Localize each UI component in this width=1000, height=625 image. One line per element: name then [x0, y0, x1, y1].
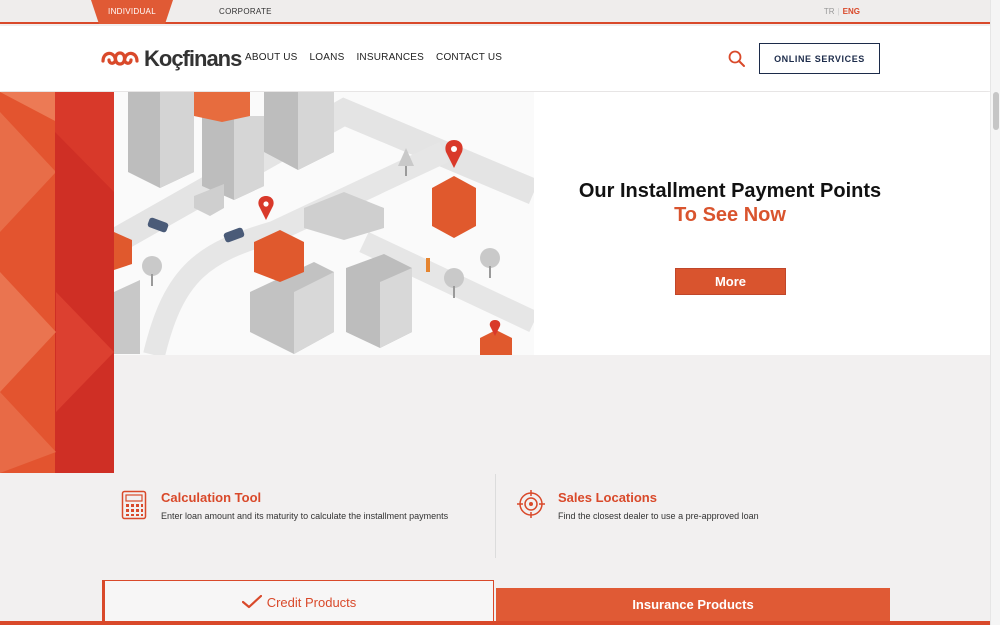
- hero-panel: Our Installment Payment Points To See No…: [534, 92, 990, 355]
- tab-underline: [0, 621, 990, 625]
- tools-divider: [495, 474, 496, 558]
- target-icon: [517, 490, 545, 518]
- segment-corporate[interactable]: CORPORATE: [219, 0, 272, 24]
- page-scrollbar[interactable]: [990, 0, 1000, 625]
- scrollbar-thumb[interactable]: [993, 92, 999, 130]
- lang-separator: |: [837, 7, 840, 16]
- segment-individual[interactable]: INDIVIDUAL: [91, 0, 173, 24]
- tab-credit-products[interactable]: Credit Products: [102, 580, 494, 625]
- logo-mark-icon: [101, 51, 139, 66]
- sales-locations-title: Sales Locations: [558, 490, 657, 505]
- tab-credit-products-label: Credit Products: [266, 595, 357, 610]
- language-switcher: TR | ENG: [824, 0, 860, 24]
- nav-item-loans[interactable]: LOANS: [310, 52, 345, 63]
- calculator-icon: [121, 490, 147, 520]
- main-nav: ABOUT US LOANS INSURANCES CONTACT US: [245, 52, 502, 63]
- site-header: Koçfinans ABOUT US LOANS INSURANCES CONT…: [0, 26, 990, 91]
- calculation-tool-card[interactable]: Calculation Tool Enter loan amount and i…: [121, 490, 461, 523]
- logo[interactable]: Koçfinans: [99, 46, 242, 72]
- segment-bar: INDIVIDUAL CORPORATE TR | ENG: [0, 0, 990, 24]
- logo-text: Koçfinans: [144, 46, 242, 71]
- hero-title: Our Installment Payment Points: [578, 180, 882, 202]
- nav-item-insurances[interactable]: INSURANCES: [356, 52, 424, 63]
- search-icon[interactable]: [728, 50, 746, 73]
- nav-item-about-us[interactable]: ABOUT US: [245, 52, 298, 63]
- hero-illustration: [114, 92, 534, 355]
- calculation-tool-description: Enter loan amount and its maturity to ca…: [161, 511, 449, 521]
- nav-item-contact-us[interactable]: CONTACT US: [436, 52, 502, 63]
- lang-tr-link[interactable]: TR: [824, 7, 835, 16]
- sales-locations-card[interactable]: Sales Locations Find the closest dealer …: [517, 490, 858, 523]
- sales-locations-description: Find the closest dealer to use a pre-app…: [558, 511, 759, 521]
- tab-insurance-products[interactable]: Insurance Products: [496, 588, 890, 625]
- checkmark-icon: [241, 594, 262, 609]
- lang-en-link[interactable]: ENG: [843, 7, 860, 16]
- calculation-tool-title: Calculation Tool: [161, 490, 262, 505]
- hero-decoration: [0, 92, 114, 473]
- hero-subtitle: To See Now: [674, 204, 786, 226]
- online-services-button[interactable]: ONLINE SERVICES: [759, 43, 880, 74]
- more-button[interactable]: More: [675, 268, 786, 295]
